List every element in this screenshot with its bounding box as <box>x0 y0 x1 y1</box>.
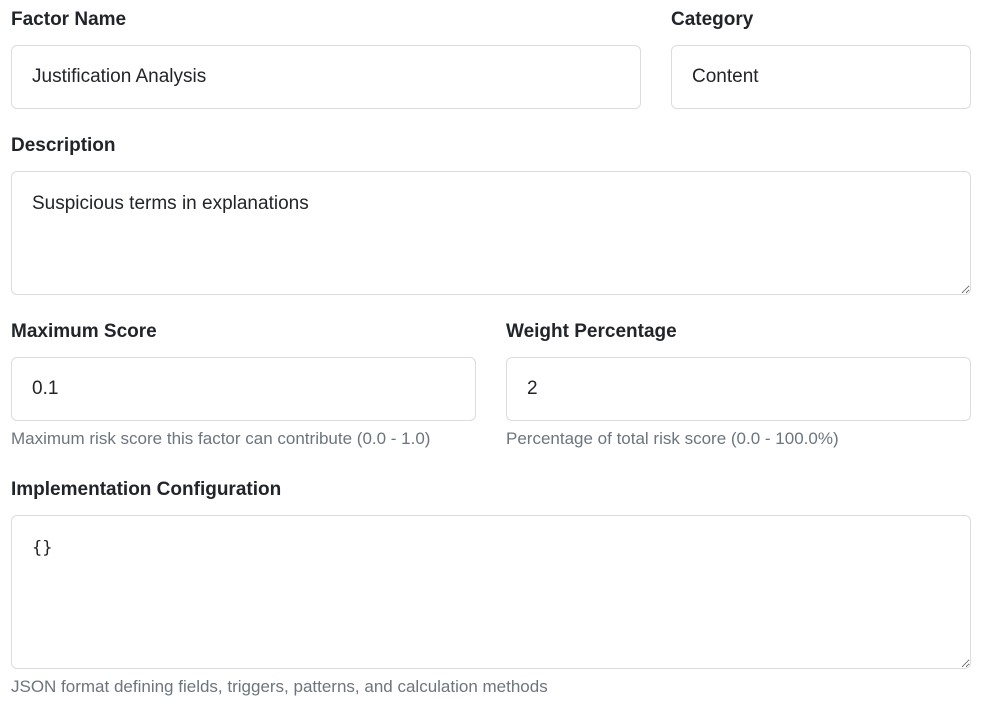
implementation-config-help: JSON format defining fields, triggers, p… <box>11 677 548 696</box>
weight-percentage-label: Weight Percentage <box>506 321 677 342</box>
category-input[interactable] <box>671 45 971 109</box>
maximum-score-help: Maximum risk score this factor can contr… <box>11 429 431 448</box>
category-label: Category <box>671 9 754 30</box>
description-textarea[interactable]: Suspicious terms in explanations <box>11 171 971 295</box>
implementation-config-textarea[interactable]: {} <box>11 515 971 669</box>
maximum-score-input[interactable] <box>11 357 476 421</box>
implementation-config-label: Implementation Configuration <box>11 479 282 500</box>
weight-percentage-input[interactable] <box>506 357 971 421</box>
weight-percentage-help: Percentage of total risk score (0.0 - 10… <box>506 429 839 448</box>
description-label: Description <box>11 135 116 156</box>
maximum-score-label: Maximum Score <box>11 321 157 342</box>
factor-name-label: Factor Name <box>11 9 127 30</box>
factor-name-input[interactable] <box>11 45 641 109</box>
